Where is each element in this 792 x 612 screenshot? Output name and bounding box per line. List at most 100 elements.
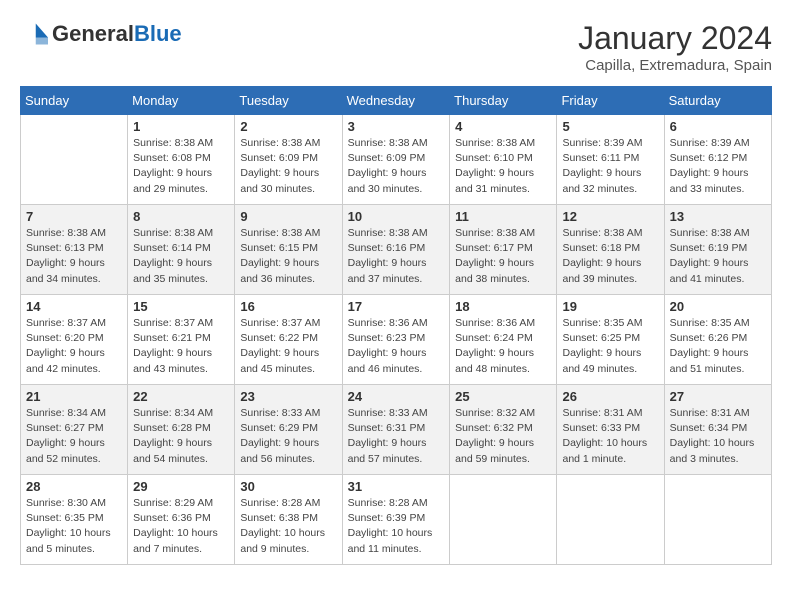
logo-blue-text: Blue [134,22,182,46]
day-number: 25 [455,389,551,404]
page-header: GeneralBlue January 2024 Capilla, Extrem… [20,20,772,74]
calendar-cell: 12 Sunrise: 8:38 AMSunset: 6:18 PMDayligh… [557,205,664,295]
week-row-1: 1 Sunrise: 8:38 AMSunset: 6:08 PMDaylight… [21,115,772,205]
day-number: 12 [562,209,658,224]
calendar-cell: 14Sunrise: 8:37 AMSunset: 6:20 PMDayligh… [21,295,128,385]
day-info: Sunrise: 8:33 AMSunset: 6:31 PMDaylight:… [348,406,445,467]
day-info: Sunrise: 8:36 AMSunset: 6:24 PMDaylight:… [455,316,551,377]
day-number: 16 [240,299,336,314]
calendar-cell: 1 Sunrise: 8:38 AMSunset: 6:08 PMDaylight… [128,115,235,205]
calendar-cell: 2Sunrise: 8:38 AMSunset: 6:09 PMDaylight… [235,115,342,205]
calendar-cell: 16 Sunrise: 8:37 AMSunset: 6:22 PMDayligh… [235,295,342,385]
day-info: Sunrise: 8:34 AMSunset: 6:27 PMDaylight:… [26,406,122,467]
week-row-4: 21 Sunrise: 8:34 AMSunset: 6:27 PMDayligh… [21,385,772,475]
day-info: Sunrise: 8:38 AMSunset: 6:08 PMDaylight:… [133,136,229,197]
day-info: Sunrise: 8:38 AMSunset: 6:13 PMDaylight:… [26,226,122,287]
calendar-cell: 7 Sunrise: 8:38 AMSunset: 6:13 PMDaylight… [21,205,128,295]
calendar-cell: 29Sunrise: 8:29 AMSunset: 6:36 PMDayligh… [128,475,235,565]
calendar-cell: 22 Sunrise: 8:34 AMSunset: 6:28 PMDayligh… [128,385,235,475]
day-info: Sunrise: 8:34 AMSunset: 6:28 PMDaylight:… [133,406,229,467]
day-info: Sunrise: 8:38 AMSunset: 6:15 PMDaylight:… [240,226,336,287]
calendar-cell: 15 Sunrise: 8:37 AMSunset: 6:21 PMDayligh… [128,295,235,385]
calendar-cell [21,115,128,205]
title-block: January 2024 Capilla, Extremadura, Spain [578,20,772,74]
calendar-cell: 21 Sunrise: 8:34 AMSunset: 6:27 PMDayligh… [21,385,128,475]
day-info: Sunrise: 8:38 AMSunset: 6:16 PMDaylight:… [348,226,445,287]
calendar-cell: 17Sunrise: 8:36 AMSunset: 6:23 PMDayligh… [342,295,450,385]
calendar-cell: 31 Sunrise: 8:28 AMSunset: 6:39 PMDayligh… [342,475,450,565]
day-number: 18 [455,299,551,314]
day-info: Sunrise: 8:36 AMSunset: 6:23 PMDaylight:… [348,316,445,377]
day-info: Sunrise: 8:38 AMSunset: 6:14 PMDaylight:… [133,226,229,287]
day-info: Sunrise: 8:29 AMSunset: 6:36 PMDaylight:… [133,496,229,557]
day-number: 28 [26,479,122,494]
calendar-cell: 27 Sunrise: 8:31 AMSunset: 6:34 PMDayligh… [664,385,771,475]
day-info: Sunrise: 8:38 AMSunset: 6:19 PMDaylight:… [670,226,766,287]
weekday-header-monday: Monday [128,87,235,115]
day-info: Sunrise: 8:31 AMSunset: 6:34 PMDaylight:… [670,406,766,467]
day-number: 13 [670,209,766,224]
day-info: Sunrise: 8:30 AMSunset: 6:35 PMDaylight:… [26,496,122,557]
day-info: Sunrise: 8:37 AMSunset: 6:21 PMDaylight:… [133,316,229,377]
weekday-header-friday: Friday [557,87,664,115]
day-number: 23 [240,389,336,404]
calendar-cell: 19Sunrise: 8:35 AMSunset: 6:25 PMDayligh… [557,295,664,385]
day-info: Sunrise: 8:38 AMSunset: 6:17 PMDaylight:… [455,226,551,287]
calendar-cell: 4 Sunrise: 8:38 AMSunset: 6:10 PMDaylight… [450,115,557,205]
week-row-5: 28 Sunrise: 8:30 AMSunset: 6:35 PMDayligh… [21,475,772,565]
calendar-cell: 9 Sunrise: 8:38 AMSunset: 6:15 PMDaylight… [235,205,342,295]
calendar-cell: 23Sunrise: 8:33 AMSunset: 6:29 PMDayligh… [235,385,342,475]
day-info: Sunrise: 8:39 AMSunset: 6:11 PMDaylight:… [562,136,658,197]
day-number: 11 [455,209,551,224]
day-info: Sunrise: 8:38 AMSunset: 6:10 PMDaylight:… [455,136,551,197]
day-number: 10 [348,209,445,224]
logo-icon [20,20,48,48]
day-info: Sunrise: 8:28 AMSunset: 6:38 PMDaylight:… [240,496,336,557]
weekday-header-tuesday: Tuesday [235,87,342,115]
day-info: Sunrise: 8:38 AMSunset: 6:18 PMDaylight:… [562,226,658,287]
day-number: 22 [133,389,229,404]
day-number: 1 [133,119,229,134]
day-number: 20 [670,299,766,314]
calendar-cell: 3Sunrise: 8:38 AMSunset: 6:09 PMDaylight… [342,115,450,205]
day-info: Sunrise: 8:35 AMSunset: 6:26 PMDaylight:… [670,316,766,377]
calendar-cell: 24 Sunrise: 8:33 AMSunset: 6:31 PMDayligh… [342,385,450,475]
day-info: Sunrise: 8:37 AMSunset: 6:20 PMDaylight:… [26,316,122,377]
day-number: 21 [26,389,122,404]
calendar-cell: 30 Sunrise: 8:28 AMSunset: 6:38 PMDayligh… [235,475,342,565]
calendar-cell [664,475,771,565]
calendar-cell: 25 Sunrise: 8:32 AMSunset: 6:32 PMDayligh… [450,385,557,475]
logo-general-text: General [52,22,134,46]
calendar-cell: 10 Sunrise: 8:38 AMSunset: 6:16 PMDayligh… [342,205,450,295]
logo: GeneralBlue [20,20,182,48]
day-number: 4 [455,119,551,134]
calendar-cell: 20 Sunrise: 8:35 AMSunset: 6:26 PMDayligh… [664,295,771,385]
day-number: 31 [348,479,445,494]
weekday-header-saturday: Saturday [664,87,771,115]
calendar-cell: 11 Sunrise: 8:38 AMSunset: 6:17 PMDayligh… [450,205,557,295]
day-number: 6 [670,119,766,134]
calendar-cell: 28 Sunrise: 8:30 AMSunset: 6:35 PMDayligh… [21,475,128,565]
weekday-header-thursday: Thursday [450,87,557,115]
calendar-cell: 26Sunrise: 8:31 AMSunset: 6:33 PMDayligh… [557,385,664,475]
calendar-cell: 18 Sunrise: 8:36 AMSunset: 6:24 PMDayligh… [450,295,557,385]
day-number: 9 [240,209,336,224]
day-number: 27 [670,389,766,404]
week-row-2: 7 Sunrise: 8:38 AMSunset: 6:13 PMDaylight… [21,205,772,295]
day-info: Sunrise: 8:39 AMSunset: 6:12 PMDaylight:… [670,136,766,197]
day-number: 15 [133,299,229,314]
day-number: 8 [133,209,229,224]
day-info: Sunrise: 8:28 AMSunset: 6:39 PMDaylight:… [348,496,445,557]
day-info: Sunrise: 8:38 AMSunset: 6:09 PMDaylight:… [348,136,445,197]
day-info: Sunrise: 8:37 AMSunset: 6:22 PMDaylight:… [240,316,336,377]
day-info: Sunrise: 8:35 AMSunset: 6:25 PMDaylight:… [562,316,658,377]
day-info: Sunrise: 8:38 AMSunset: 6:09 PMDaylight:… [240,136,336,197]
calendar-cell: 6 Sunrise: 8:39 AMSunset: 6:12 PMDaylight… [664,115,771,205]
day-number: 7 [26,209,122,224]
calendar-table: SundayMondayTuesdayWednesdayThursdayFrid… [20,86,772,565]
day-number: 24 [348,389,445,404]
calendar-subtitle: Capilla, Extremadura, Spain [578,57,772,74]
day-info: Sunrise: 8:32 AMSunset: 6:32 PMDaylight:… [455,406,551,467]
day-number: 30 [240,479,336,494]
weekday-header-sunday: Sunday [21,87,128,115]
